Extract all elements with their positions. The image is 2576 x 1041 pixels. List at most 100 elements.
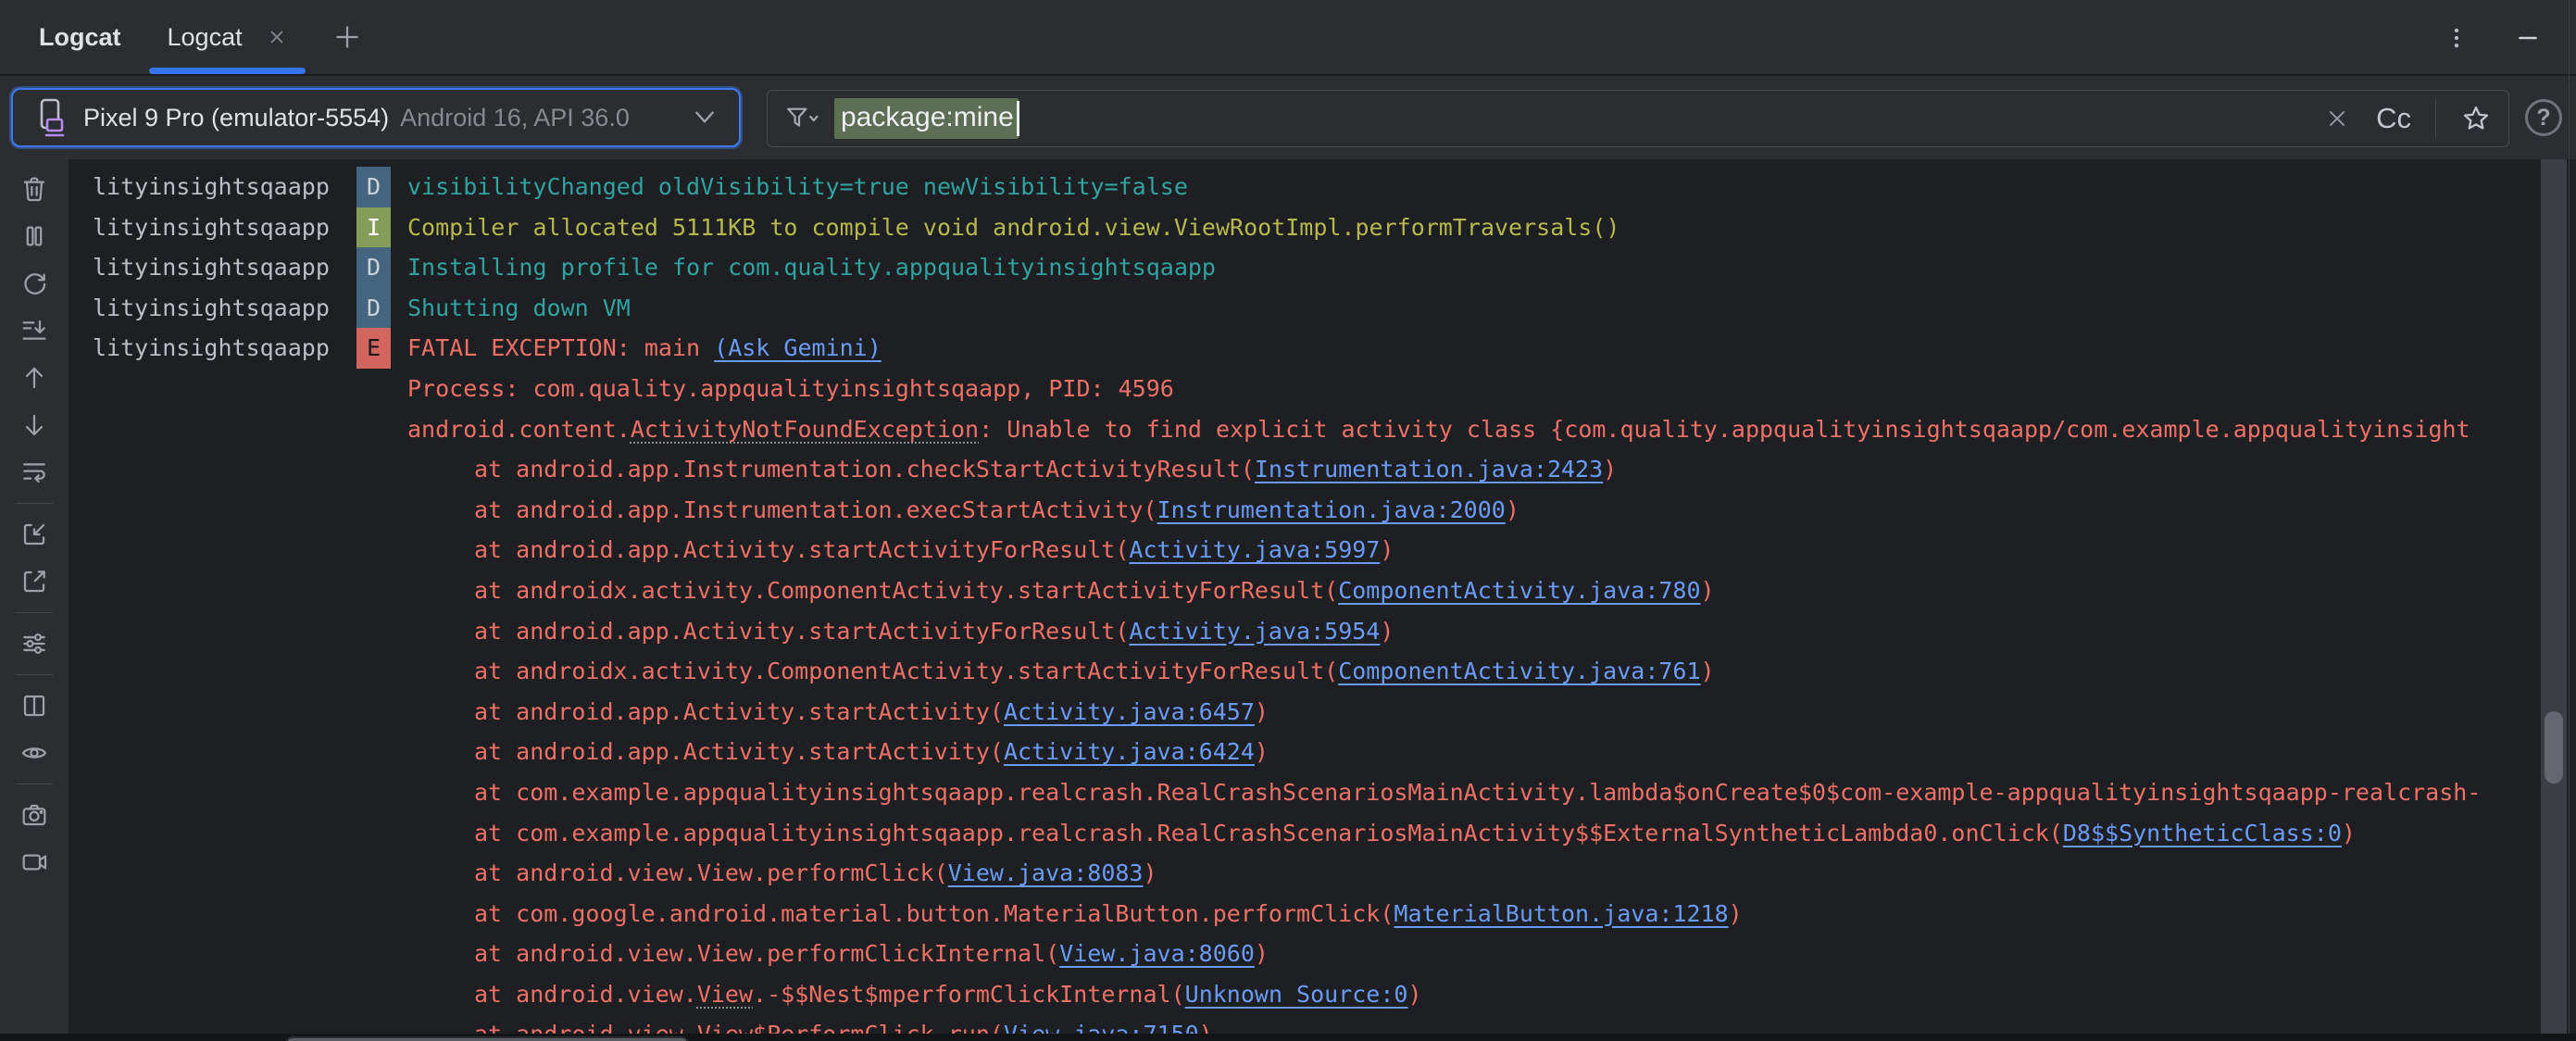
split-panel-button[interactable] [19, 691, 49, 721]
log-text: ) [1143, 859, 1157, 886]
video-icon [19, 847, 49, 877]
filter-query: package:mine [834, 98, 1019, 139]
log-level-empty [356, 611, 391, 652]
stacktrace-link[interactable]: Activity.java:6424 [1004, 738, 1255, 765]
camera-icon [19, 800, 49, 830]
stacktrace-link[interactable]: Unknown Source:0 [1185, 981, 1408, 1008]
log-row: at android.view.View.performClick(View.j… [69, 853, 2576, 894]
log-message: at android.app.Activity.startActivityFor… [391, 611, 2576, 652]
log-row: at androidx.activity.ComponentActivity.s… [69, 651, 2576, 692]
log-view[interactable]: lityinsightsqaappDvisibilityChanged oldV… [69, 159, 2576, 1041]
log-level-empty [356, 449, 391, 490]
restart-icon [19, 269, 49, 298]
new-tab-button[interactable] [331, 21, 363, 53]
log-tag [69, 934, 356, 974]
restart-logcat-button[interactable] [19, 269, 49, 298]
log-text: at androidx.activity.ComponentActivity.s… [474, 577, 1338, 604]
sidebar [0, 159, 69, 1034]
log-level-empty [356, 934, 391, 974]
log-level-badge: D [356, 247, 391, 288]
log-row: at android.app.Activity.startActivity(Ac… [69, 692, 2576, 733]
log-row: android.content.ActivityNotFoundExceptio… [69, 409, 2576, 450]
text-caret [1017, 101, 1019, 136]
favorite-star-icon[interactable] [2460, 103, 2492, 134]
horizontal-scrollbar [0, 1034, 2576, 1041]
tab-logcat[interactable]: Logcat [147, 0, 307, 74]
toggle-view-button[interactable] [19, 738, 49, 768]
log-message: android.content.ActivityNotFoundExceptio… [391, 409, 2576, 450]
pause-logcat-button[interactable] [19, 221, 49, 251]
log-row: at android.view.View.performClickInterna… [69, 934, 2576, 974]
export-icon [19, 567, 49, 596]
log-text: at androidx.activity.ComponentActivity.s… [474, 658, 1338, 684]
log-tag [69, 651, 356, 692]
clear-logcat-button[interactable] [19, 174, 49, 204]
stacktrace-link[interactable]: MaterialButton.java:1218 [1394, 900, 1728, 927]
stacktrace-link[interactable]: Activity.java:5954 [1129, 618, 1380, 645]
previous-occurrence-button[interactable] [19, 363, 49, 393]
active-tab-indicator [149, 68, 306, 74]
configure-options-button[interactable] [19, 629, 49, 658]
log-row: at android.app.Activity.startActivityFor… [69, 530, 2576, 571]
scroll-to-end-button[interactable] [19, 316, 49, 345]
stacktrace-link[interactable]: View.java:8060 [1059, 940, 1255, 967]
horizontal-scrollbar-thumb[interactable] [285, 1036, 689, 1041]
stacktrace-link[interactable]: View.java:8083 [948, 859, 1144, 886]
log-level-empty [356, 692, 391, 733]
export-logs-button[interactable] [19, 567, 49, 596]
log-text: ) [1255, 940, 1269, 967]
log-text: at android.view.View.performClickInterna… [474, 940, 1059, 967]
log-text: ) [1407, 981, 1421, 1008]
stacktrace-link[interactable]: ComponentActivity.java:761 [1338, 658, 1700, 684]
sidebar-divider [16, 612, 53, 613]
filter-input[interactable]: package:mine Cc [767, 90, 2509, 147]
clear-filter-icon[interactable] [2324, 106, 2350, 132]
stacktrace-link[interactable]: Activity.java:5997 [1129, 536, 1380, 563]
log-text: Compiler allocated 5111KB to compile voi… [407, 214, 1619, 241]
log-tag: lityinsightsqaapp [69, 167, 356, 207]
stacktrace-link[interactable]: Instrumentation.java:2000 [1157, 496, 1506, 523]
log-row: Process: com.quality.appqualityinsightsq… [69, 369, 2576, 409]
divider [2435, 100, 2436, 137]
stacktrace-link[interactable]: Activity.java:6457 [1004, 698, 1255, 725]
take-screenshot-button[interactable] [19, 800, 49, 830]
device-name: Pixel 9 Pro (emulator-5554) [83, 104, 389, 132]
log-text: at android.view.View.performClick( [474, 859, 948, 886]
logcat-toolbar: Pixel 9 Pro (emulator-5554) Android 16, … [0, 76, 2576, 159]
log-level-empty [356, 894, 391, 934]
log-row: lityinsightsqaappDvisibilityChanged oldV… [69, 167, 2576, 207]
log-message: at android.view.View.-$$Nest$mperformCli… [391, 974, 2576, 1015]
next-occurrence-button[interactable] [19, 410, 49, 440]
log-tag [69, 853, 356, 894]
soft-wrap-button[interactable] [19, 458, 49, 487]
log-message: at android.app.Activity.startActivity(Ac… [391, 732, 2576, 772]
minimize-icon[interactable] [2511, 26, 2545, 50]
stacktrace-link[interactable]: D8$$SyntheticClass:0 [2063, 820, 2342, 847]
close-tab-icon[interactable] [267, 27, 287, 47]
log-level-empty [356, 530, 391, 571]
match-case-button[interactable]: Cc [2376, 102, 2411, 135]
kebab-menu-icon[interactable] [2445, 22, 2469, 54]
log-text: ) [2342, 820, 2356, 847]
log-text: ActivityNotFoundException [631, 416, 979, 443]
stacktrace-link[interactable]: (Ask Gemini) [714, 334, 882, 361]
record-screen-button[interactable] [19, 847, 49, 877]
log-tag [69, 732, 356, 772]
log-row: lityinsightsqaappDInstalling profile for… [69, 247, 2576, 288]
stacktrace-link[interactable]: Instrumentation.java:2423 [1255, 456, 1603, 483]
log-level-empty [356, 369, 391, 409]
log-row: at android.app.Activity.startActivity(Ac… [69, 732, 2576, 772]
sliders-icon [19, 629, 49, 658]
log-message: at android.app.Instrumentation.execStart… [391, 490, 2576, 531]
log-text: ) [1506, 496, 1519, 523]
import-logs-button[interactable] [19, 520, 49, 549]
help-button[interactable]: ? [2525, 99, 2562, 136]
log-text: at com.example.appqualityinsightsqaapp.r… [474, 820, 2063, 847]
log-row: lityinsightsqaappDShutting down VM [69, 288, 2576, 329]
stacktrace-link[interactable]: ComponentActivity.java:780 [1338, 577, 1700, 604]
vertical-scrollbar-thumb[interactable] [2545, 711, 2563, 784]
log-text: at android.app.Activity.startActivityFor… [474, 536, 1129, 563]
device-selector[interactable]: Pixel 9 Pro (emulator-5554) Android 16, … [11, 88, 741, 147]
log-tag [69, 894, 356, 934]
filter-funnel-icon[interactable] [782, 103, 823, 134]
